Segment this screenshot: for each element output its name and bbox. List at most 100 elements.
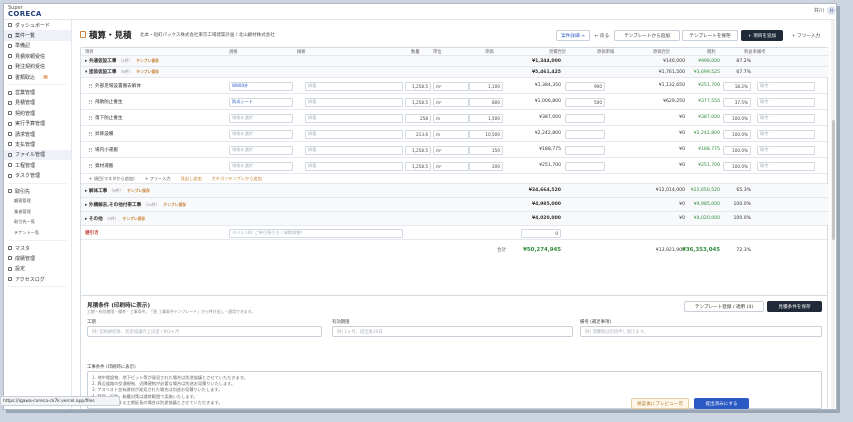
unit-input[interactable]: m: [433, 129, 469, 139]
sidebar-item[interactable]: アクセスログ: [4, 274, 71, 284]
period-input[interactable]: 例) 契約締結後、別途協議の上決定 / 約3ヶ月: [87, 326, 322, 337]
item-name[interactable]: 飛散防止養生: [89, 94, 123, 109]
scrollbar[interactable]: [831, 20, 835, 409]
unit-input[interactable]: m²: [433, 145, 469, 155]
sidebar-item[interactable]: 準備記: [4, 41, 71, 51]
unit-price-input[interactable]: 1,100: [469, 81, 503, 91]
section-row[interactable]: ▸ 解体工事 （9件） テンプレ保存 ¥34,664,520 ¥12,014,000 ¥2…: [81, 184, 829, 198]
cost-price-input[interactable]: [565, 145, 605, 155]
section-row[interactable]: ▸ その他 （9件） テンプレ保存 ¥4,020,000 ¥0 ¥4,020,000 100…: [81, 212, 829, 226]
user-name[interactable]: 井川: [814, 7, 824, 14]
drag-handle-icon[interactable]: [89, 99, 92, 104]
spec-select[interactable]: 規格を選択: [229, 129, 293, 139]
sidebar-item[interactable]: 実行予算管理: [4, 119, 71, 129]
cost-price-input[interactable]: 900: [565, 81, 605, 91]
profit-rate-input[interactable]: 100.0%: [723, 161, 751, 171]
item-name[interactable]: 場内小運搬: [89, 142, 118, 157]
quantity-input[interactable]: 258: [405, 113, 431, 123]
section-row[interactable]: ▸ 外構解去,その他付帯工事 （10件） テンプレ保存 ¥4,985,000 ¥0 ¥4,…: [81, 198, 829, 212]
note-input[interactable]: 備考: [757, 161, 815, 171]
quantity-input[interactable]: 1,258.5: [405, 97, 431, 107]
add-item-button[interactable]: + 項目を追加: [741, 30, 783, 41]
note-input[interactable]: 備考: [757, 145, 815, 155]
back-button[interactable]: ← 戻る: [592, 30, 612, 41]
memo-input[interactable]: 摘要: [305, 145, 403, 155]
template-save-link[interactable]: テンプレ保存: [127, 188, 150, 194]
template-save-link[interactable]: テンプレ保存: [136, 69, 159, 75]
sidebar-item[interactable]: 書類取込 5: [4, 72, 71, 82]
sidebar-item[interactable]: 見積依頼受信: [4, 51, 71, 61]
memo-input[interactable]: 摘要: [305, 97, 403, 107]
discount-amount-input[interactable]: 0: [521, 228, 561, 238]
add-link[interactable]: + フリー入力: [145, 176, 171, 182]
profit-rate-input[interactable]: 100.0%: [723, 129, 751, 139]
unit-price-input[interactable]: 1,500: [469, 113, 503, 123]
unit-price-input[interactable]: 800: [469, 97, 503, 107]
add-link[interactable]: 見出し追加: [181, 176, 202, 182]
sidebar-item[interactable]: テナント一覧: [4, 227, 71, 237]
sidebar-item[interactable]: 取引先一覧: [4, 217, 71, 227]
remarks-input[interactable]: 例) 消費税は別途申し受けます。: [580, 326, 822, 337]
profit-rate-input[interactable]: 18.2%: [723, 81, 751, 91]
spec-select[interactable]: W800外: [229, 81, 293, 91]
sidebar-item[interactable]: 案件一覧: [4, 30, 71, 41]
memo-input[interactable]: 摘要: [305, 81, 403, 91]
template-save-link[interactable]: テンプレ保存: [123, 216, 146, 222]
cost-price-input[interactable]: [565, 161, 605, 171]
unit-price-input[interactable]: 200: [469, 161, 503, 171]
app-logo[interactable]: Super CORECA: [8, 5, 42, 18]
item-name[interactable]: 外部足場設置撤去解体: [89, 78, 141, 93]
item-name[interactable]: 落下防止養生: [89, 110, 123, 125]
free-input-button[interactable]: + フリー入力: [786, 30, 826, 41]
sidebar-item[interactable]: 設定: [4, 264, 71, 274]
sidebar-item[interactable]: 支払管理: [4, 139, 71, 149]
drag-handle-icon[interactable]: [89, 115, 92, 120]
template-save-link[interactable]: テンプレ保存: [163, 202, 186, 208]
spec-select[interactable]: 防炎シート: [229, 97, 293, 107]
sidebar-item[interactable]: 請求管理: [4, 129, 71, 139]
sidebar-item[interactable]: マスタ: [4, 243, 71, 253]
sidebar-item[interactable]: ファイル管理: [4, 149, 71, 161]
spec-select[interactable]: 規格を選択: [229, 161, 293, 171]
cost-price-input[interactable]: [565, 113, 605, 123]
add-link[interactable]: + 項目(マスタから追加): [89, 176, 135, 182]
unit-price-input[interactable]: 150: [469, 145, 503, 155]
sidebar-item[interactable]: 営業管理: [4, 87, 71, 97]
save-template-button[interactable]: テンプレートを保存: [682, 30, 738, 41]
sidebar-item[interactable]: 業者管理: [4, 207, 71, 217]
item-name[interactable]: 資材運搬: [89, 158, 113, 173]
unit-input[interactable]: m²: [433, 97, 469, 107]
sidebar-item[interactable]: 取引先: [4, 186, 71, 196]
sidebar-item[interactable]: ダッシュボード: [4, 20, 71, 30]
unit-input[interactable]: m: [433, 113, 469, 123]
condition-template-button[interactable]: テンプレート登録 / 適用 (4): [684, 301, 764, 312]
scrollbar-thumb[interactable]: [831, 120, 835, 240]
add-link[interactable]: カテゴリテンプレから追加: [212, 176, 262, 182]
submit-button[interactable]: 提出済みにする: [694, 398, 749, 409]
preview-button[interactable]: 保証後にプレビュー可: [631, 398, 689, 409]
note-input[interactable]: 備考: [757, 81, 815, 91]
sidebar-item[interactable]: 成績管理: [4, 253, 71, 263]
quantity-input[interactable]: 1,258.5: [405, 81, 431, 91]
drag-handle-icon[interactable]: [89, 163, 92, 168]
expiry-input[interactable]: 例) 1ヶ月、提出後30日: [332, 326, 573, 337]
spec-select[interactable]: 規格を選択: [229, 113, 293, 123]
template-save-link[interactable]: テンプレ保存: [136, 58, 159, 64]
quantity-input[interactable]: 213.6: [405, 129, 431, 139]
memo-input[interactable]: 摘要: [305, 113, 403, 123]
cost-price-input[interactable]: 500: [565, 97, 605, 107]
drag-handle-icon[interactable]: [89, 131, 92, 136]
sidebar-item[interactable]: 顧客管理: [4, 196, 71, 206]
project-detail-button[interactable]: 案件詳細 →: [556, 30, 590, 41]
item-name[interactable]: 昇降設備: [89, 126, 113, 141]
note-input[interactable]: 備考: [757, 113, 815, 123]
note-input[interactable]: 備考: [757, 129, 815, 139]
discount-label-input[interactable]: ラベル (例: ご単位値引き / 端数調整): [229, 228, 403, 238]
profit-rate-input[interactable]: 37.5%: [723, 97, 751, 107]
memo-input[interactable]: 摘要: [305, 129, 403, 139]
quantity-input[interactable]: 1,258.5: [405, 145, 431, 155]
sidebar-item[interactable]: 工程管理: [4, 160, 71, 170]
section-row[interactable]: ▾ 塗装仮設工事 （6件） テンプレ保存 ¥5,461,425 ¥1,761,500 ¥3…: [81, 67, 829, 78]
unit-price-input[interactable]: 10,500: [469, 129, 503, 139]
unit-input[interactable]: m²: [433, 161, 469, 171]
